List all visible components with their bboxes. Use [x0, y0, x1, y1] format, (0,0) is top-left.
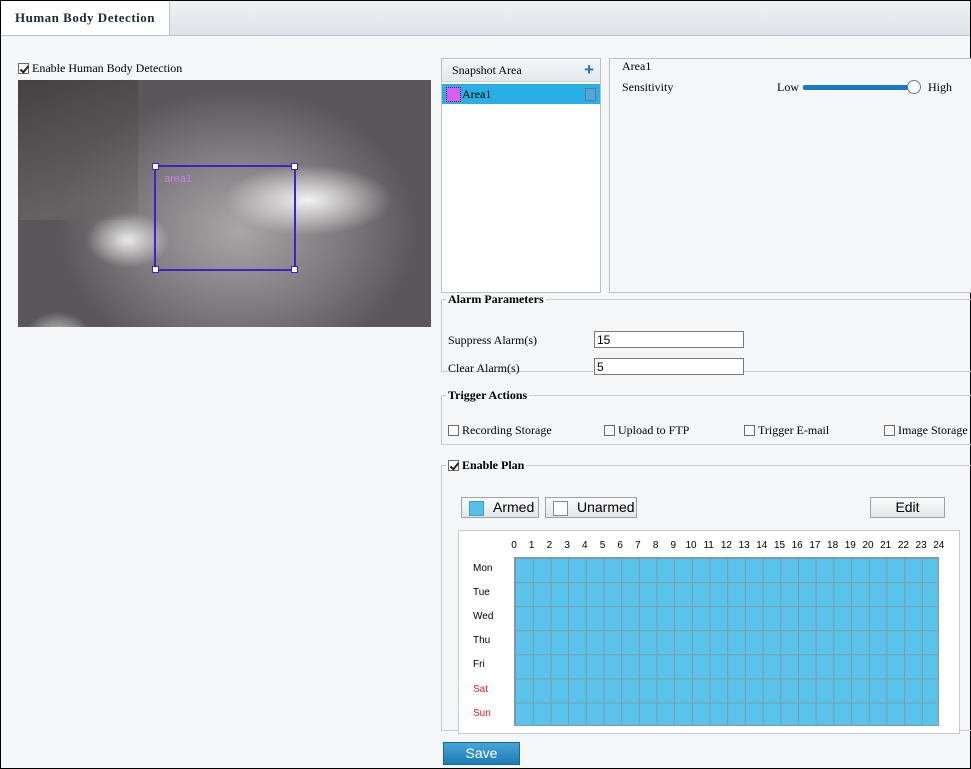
edit-button[interactable]: Edit [870, 497, 945, 518]
tab-human-body-detection[interactable]: Human Body Detection [1, 1, 170, 35]
sensitivity-high-label: High [928, 80, 952, 94]
hour-label: 18 [827, 540, 839, 551]
snapshot-area-panel: Snapshot Area + Area1 [441, 58, 601, 293]
hour-label: 13 [738, 540, 750, 551]
recording-storage-label: Recording Storage [462, 423, 552, 437]
plan-legend[interactable]: Enable Plan [446, 458, 526, 473]
schedule-table: 0 1 2 3 4 5 6 7 8 9 10 11 12 13 14 15 16 17 18 19 20 21 22 23 24… [458, 530, 960, 734]
hour-label: 22 [897, 540, 909, 551]
trigger-email-label: Trigger E-mail [758, 423, 830, 437]
unarmed-swatch [553, 501, 568, 516]
hour-label: 21 [880, 540, 892, 551]
suppress-alarm-input[interactable] [594, 331, 744, 348]
upload-ftp-checkbox[interactable] [604, 425, 615, 436]
hour-label: 11 [703, 540, 714, 551]
hour-label: 2 [546, 540, 553, 551]
hour-label: 12 [720, 540, 732, 551]
schedule-grid[interactable] [514, 557, 939, 726]
armed-label: Armed [493, 499, 535, 515]
save-button[interactable]: Save [443, 742, 520, 765]
trigger-actions-group: Trigger Actions Recording Storage Upload… [441, 388, 971, 445]
trigger-option-recording-storage[interactable]: Recording Storage [448, 423, 552, 438]
enable-detection-label: Enable Human Body Detection [32, 61, 183, 75]
roi-label: area1 [164, 173, 193, 185]
enable-plan-checkbox[interactable] [448, 460, 459, 471]
armed-swatch [469, 501, 484, 516]
image-storage-checkbox[interactable] [884, 425, 895, 436]
day-label: Thu [473, 635, 491, 647]
roi-handle-tr[interactable] [291, 163, 298, 170]
image-storage-label: Image Storage [898, 423, 968, 437]
hour-label: 5 [599, 540, 606, 551]
plan-group: Enable Plan Armed Unarmed Edit 012345678… [441, 458, 971, 734]
unarmed-button[interactable]: Unarmed [545, 497, 637, 518]
roi-handle-bl[interactable] [152, 266, 159, 273]
day-label: Fri [473, 659, 485, 671]
armed-button[interactable]: Armed [461, 497, 539, 518]
video-shadow [18, 80, 138, 220]
day-label: Tue [473, 587, 490, 599]
area-settings-panel: Area1 Sensitivity Low High [609, 58, 971, 293]
tab-bar: Human Body Detection [1, 1, 970, 36]
suppress-alarm-label: Suppress Alarm(s) [448, 333, 537, 347]
upload-ftp-label: Upload to FTP [618, 423, 690, 437]
area-settings-title: Area1 [622, 59, 652, 73]
page-frame: Human Body Detection Enable Human Body D… [0, 0, 971, 769]
sensitivity-slider-track[interactable] [803, 85, 915, 90]
enable-plan-label: Enable Plan [462, 458, 525, 472]
hour-label: 6 [617, 540, 623, 551]
hour-label: 16 [791, 540, 803, 551]
clear-alarm-input[interactable] [594, 358, 744, 375]
sensitivity-slider-handle[interactable] [907, 80, 921, 94]
alarm-parameters-legend: Alarm Parameters [448, 292, 544, 306]
day-label: Mon [473, 563, 493, 574]
day-label: Sat [473, 683, 489, 695]
hour-label: 4 [582, 540, 588, 551]
hour-label: 15 [773, 540, 786, 551]
plus-icon[interactable]: + [584, 59, 594, 81]
trigger-option-image-storage[interactable]: Image Storage [884, 423, 968, 438]
snapshot-area-header: Snapshot Area + [442, 59, 600, 82]
trigger-email-checkbox[interactable] [744, 425, 755, 436]
trigger-option-email[interactable]: Trigger E-mail [744, 423, 829, 438]
hour-label: 1 [528, 540, 535, 551]
hour-label: 8 [652, 540, 659, 551]
recording-storage-checkbox[interactable] [448, 425, 459, 436]
hour-label: 20 [862, 540, 874, 551]
hour-label: 24 [933, 540, 945, 551]
video-preview[interactable]: area1 [18, 80, 431, 327]
enable-detection-row[interactable]: Enable Human Body Detection [18, 61, 182, 76]
hour-label: 7 [635, 540, 641, 551]
hour-label: 10 [685, 540, 697, 551]
unarmed-label: Unarmed [577, 499, 635, 515]
day-label: Wed [473, 611, 494, 623]
trash-icon[interactable] [585, 88, 596, 101]
sensitivity-label: Sensitivity [622, 80, 674, 94]
alarm-parameters-group: Alarm Parameters Suppress Alarm(s) Clear… [441, 292, 971, 375]
snapshot-area-title: Snapshot Area [452, 63, 522, 77]
hour-label: 0 [511, 540, 517, 551]
day-label: Sun [473, 707, 491, 719]
roi-handle-tl[interactable] [152, 163, 159, 170]
enable-detection-checkbox[interactable] [18, 63, 29, 74]
trigger-actions-legend: Trigger Actions [448, 388, 528, 402]
hour-label: 23 [915, 540, 927, 551]
area-list-item[interactable]: Area1 [442, 84, 600, 104]
clear-alarm-label: Clear Alarm(s) [448, 361, 520, 375]
area-color-swatch[interactable] [446, 87, 461, 102]
trigger-option-upload-ftp[interactable]: Upload to FTP [604, 423, 689, 438]
hour-label: 17 [809, 540, 821, 551]
hour-label: 19 [844, 540, 856, 551]
hour-label: 3 [564, 540, 570, 551]
hour-label: 9 [670, 540, 677, 551]
sensitivity-low-label: Low [777, 80, 799, 94]
roi-handle-br[interactable] [291, 266, 298, 273]
hour-label: 14 [756, 540, 768, 551]
area-list-label: Area1 [462, 87, 492, 101]
